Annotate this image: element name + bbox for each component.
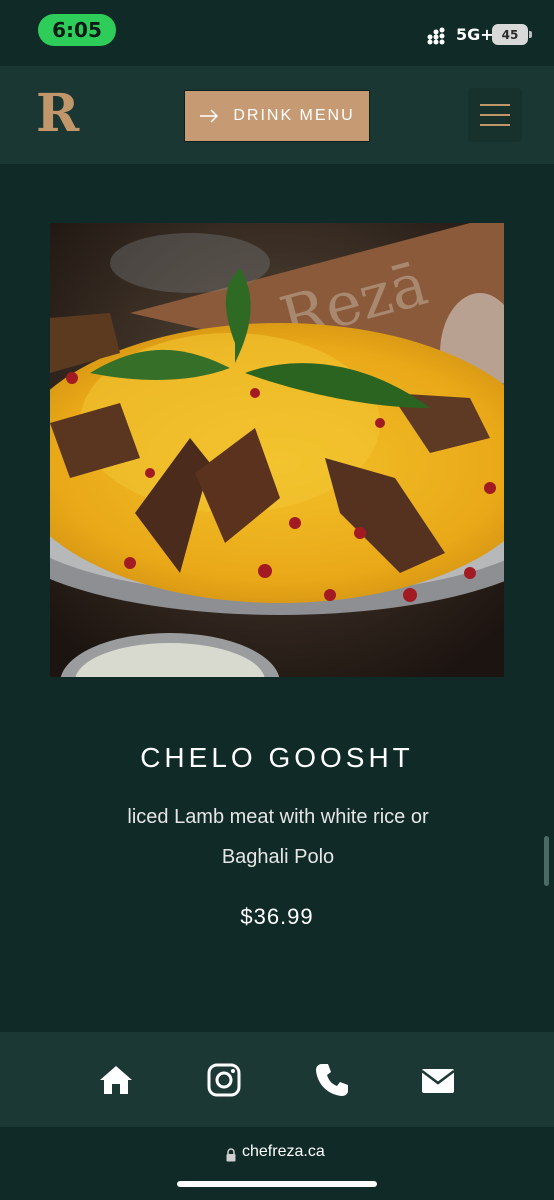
arrow-right-icon	[200, 109, 219, 123]
bottom-navigation	[0, 1032, 554, 1127]
dish-photo: Rezā	[50, 223, 504, 677]
signal-icon	[427, 27, 445, 45]
hamburger-menu-button[interactable]	[468, 88, 522, 142]
dish-description-line-2: Baghali Polo	[221, 846, 335, 868]
network-type: 5G+	[456, 25, 494, 44]
url-text: chefreza.ca	[242, 1143, 325, 1160]
battery-icon: 45	[492, 24, 532, 45]
hamburger-line	[480, 114, 510, 116]
dish-description-line-1: liced Lamb meat with white rice or	[127, 806, 429, 828]
mail-icon[interactable]	[420, 1062, 456, 1098]
hamburger-icon	[480, 104, 510, 106]
dish-price: $36.99	[240, 904, 314, 929]
home-indicator[interactable]	[177, 1181, 377, 1187]
phone-icon[interactable]	[314, 1062, 350, 1098]
instagram-icon[interactable]	[206, 1062, 242, 1098]
lock-icon	[226, 1148, 236, 1162]
drink-menu-button[interactable]: DRINK MENU	[184, 90, 370, 142]
site-header: R DRINK MENU	[0, 66, 554, 164]
browser-url-bar[interactable]: chefreza.ca	[0, 1127, 554, 1200]
home-icon[interactable]	[98, 1062, 134, 1098]
dish-title: CHELO GOOSHT	[140, 742, 414, 773]
drink-menu-label: DRINK MENU	[233, 107, 355, 124]
hamburger-line	[480, 124, 510, 126]
logo[interactable]: R	[36, 86, 80, 142]
status-time: 6:05	[38, 14, 116, 46]
scrollbar[interactable]	[544, 836, 549, 886]
status-bar: 6:05 5G+ 45	[0, 0, 554, 66]
